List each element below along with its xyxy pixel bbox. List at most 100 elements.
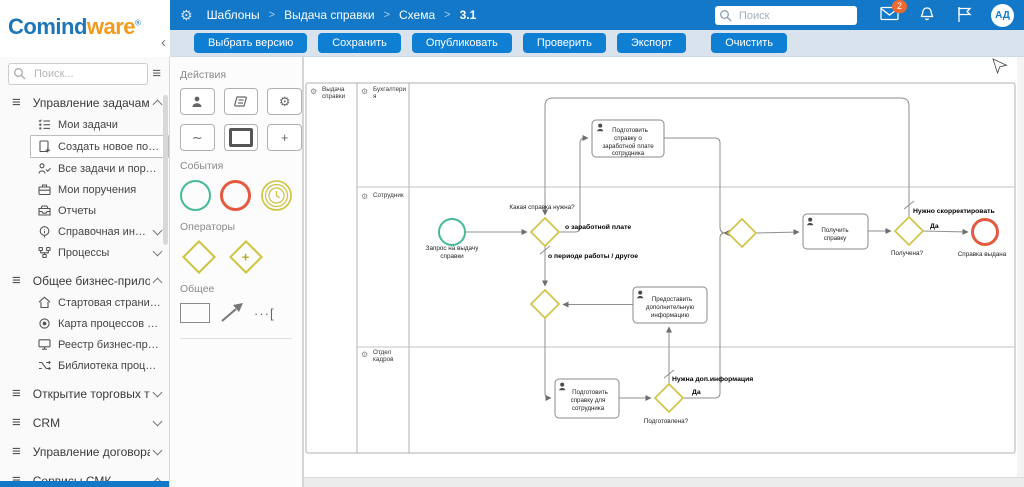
sidebar-item-processes[interactable]: Процессы xyxy=(0,242,169,263)
menu-icon: ≡ xyxy=(12,275,21,287)
breadcrumb-scheme[interactable]: Схема xyxy=(399,8,435,22)
bpmn-diagram: ⚙ Выдача справки ⚙ Бухгалтери я ⚙ Сотруд… xyxy=(304,57,1024,487)
diagram-canvas[interactable]: ⚙ Выдача справки ⚙ Бухгалтери я ⚙ Сотруд… xyxy=(304,57,1024,487)
item-label: Библиотека процессов xyxy=(58,360,161,372)
top-bar: ⚙ Шаблоны > Выдача справки > Схема > 3.1… xyxy=(168,0,1024,30)
task-prepare-certificate[interactable]: Подготовить справку для сотрудника xyxy=(555,379,619,418)
section-label: CRM xyxy=(33,416,150,430)
svg-text:Подготовить: Подготовить xyxy=(612,127,648,134)
expand-tool[interactable]: + xyxy=(267,124,302,151)
breadcrumb-process[interactable]: Выдача справки xyxy=(284,8,374,22)
settings-gear-icon[interactable]: ⚙ xyxy=(180,7,193,24)
notifications-button[interactable] xyxy=(918,6,938,24)
script-task-tool[interactable] xyxy=(224,88,259,115)
canvas-horizontal-scrollbar[interactable] xyxy=(304,477,1024,487)
flow-label-yes: Да xyxy=(692,389,701,396)
chevron-down-icon xyxy=(153,388,163,398)
subprocess-tool[interactable] xyxy=(224,124,259,151)
parallel-gateway-tool[interactable]: + xyxy=(229,240,263,274)
clear-button[interactable]: Очистить xyxy=(711,33,787,53)
palette-section-gateways: Операторы xyxy=(180,221,302,233)
flow-label-period: о периоде работы / другое xyxy=(548,252,638,260)
start-event[interactable] xyxy=(439,219,465,245)
shuffle-icon xyxy=(38,359,51,372)
select-version-button[interactable]: Выбрать версию xyxy=(194,33,307,53)
logo-area: Comindware® ‹ xyxy=(0,0,170,57)
save-button[interactable]: Сохранить xyxy=(318,33,401,53)
sidebar-item-my-orders[interactable]: Мои поручения xyxy=(0,179,169,200)
menu-icon[interactable]: ≡ xyxy=(152,65,161,82)
start-event-tool[interactable] xyxy=(180,180,211,211)
svg-text:Предоставить: Предоставить xyxy=(652,296,692,303)
flag-icon xyxy=(956,6,973,23)
global-search-input[interactable] xyxy=(737,6,856,27)
flow-label-need-info: Нужна доп.информация xyxy=(672,376,753,383)
service-task-tool[interactable]: ⚙ xyxy=(267,88,302,115)
user-avatar[interactable]: АД xyxy=(991,4,1014,27)
sidebar-item-process-map[interactable]: Карта процессов верхне... xyxy=(0,313,169,334)
end-event[interactable] xyxy=(973,220,998,245)
sidebar-item-my-tasks[interactable]: Мои задачи xyxy=(0,114,169,135)
sidebar-item-reports[interactable]: Отчеты xyxy=(0,200,169,221)
gear-icon: ⚙ xyxy=(361,192,368,201)
svg-text:справки: справки xyxy=(322,93,346,100)
canvas-vertical-scrollbar[interactable] xyxy=(1017,57,1024,478)
end-event-tool[interactable] xyxy=(220,180,251,211)
arrow-tool[interactable] xyxy=(219,302,245,324)
sidebar-section-crm[interactable]: ≡ CRM xyxy=(0,412,169,434)
flag-button[interactable] xyxy=(956,6,976,24)
menu-icon: ≡ xyxy=(12,388,21,400)
task-prepare-salary-certificate[interactable]: Подготовить справку о заработной плате с… xyxy=(592,120,664,157)
item-label: Все задачи и поручения ... xyxy=(58,163,161,175)
menu-icon: ≡ xyxy=(12,97,21,109)
task-get-certificate[interactable]: Получить справку xyxy=(803,214,868,249)
user-task-tool[interactable] xyxy=(180,88,215,115)
svg-text:справку для: справку для xyxy=(571,397,606,404)
menu-icon: ≡ xyxy=(12,417,21,429)
svg-text:заработной плате: заработной плате xyxy=(602,143,654,150)
sidebar-item-process-library[interactable]: Библиотека процессов xyxy=(0,355,169,376)
svg-text:я: я xyxy=(373,93,376,100)
sidebar-item-create-order[interactable]: Создать новое поручение xyxy=(30,135,169,158)
sidebar-collapse-icon[interactable]: ‹ xyxy=(161,36,166,50)
breadcrumb-version[interactable]: 3.1 xyxy=(460,8,477,22)
svg-text:Подготовить: Подготовить xyxy=(572,389,608,396)
palette-section-actions: Действия xyxy=(180,69,302,81)
breadcrumb-templates[interactable]: Шаблоны xyxy=(207,8,260,22)
sidebar-section-task-management[interactable]: ≡ Управление задачами ... xyxy=(0,92,169,114)
sidebar-scrollbar[interactable] xyxy=(163,95,168,245)
search-icon xyxy=(13,67,27,81)
svg-text:Отдел: Отдел xyxy=(373,349,392,356)
validate-button[interactable]: Проверить xyxy=(523,33,606,53)
publish-button[interactable]: Опубликовать xyxy=(412,33,512,53)
palette-section-general: Общее xyxy=(180,283,302,295)
svg-text:Сотрудник: Сотрудник xyxy=(373,192,404,199)
briefcase-icon xyxy=(38,183,51,196)
annotation-tool[interactable]: ···[ xyxy=(254,306,275,321)
task-provide-additional-info[interactable]: Предоставить дополнительную информацию xyxy=(633,287,707,323)
sidebar-search-input[interactable] xyxy=(32,64,146,84)
palette-section-events: События xyxy=(180,160,302,172)
mail-button[interactable]: 2 xyxy=(880,6,900,24)
exclusive-gateway-tool[interactable] xyxy=(182,240,216,274)
subprocess-icon xyxy=(229,128,253,147)
sidebar-item-reference-info[interactable]: Справочная информа... xyxy=(0,221,169,242)
editor-toolbar: Выбрать версию Сохранить Опубликовать Пр… xyxy=(168,30,1024,57)
sidebar-section-contract-management[interactable]: ≡ Управление договора... xyxy=(0,441,169,463)
sidebar-item-start-page[interactable]: Стартовая страница xyxy=(0,292,169,313)
svg-text:информацию: информацию xyxy=(651,312,690,319)
connector-tool[interactable]: ∼ xyxy=(180,124,215,151)
flow-label-yes: Да xyxy=(930,223,939,230)
svg-text:справку: справку xyxy=(824,235,847,242)
sidebar-section-general-business-app[interactable]: ≡ Общее бизнес-прило... xyxy=(0,270,169,292)
export-button[interactable]: Экспорт xyxy=(617,33,686,53)
sidebar-item-all-tasks[interactable]: Все задачи и поручения ... xyxy=(0,158,169,179)
palette-divider xyxy=(180,338,292,339)
home-icon xyxy=(38,296,51,309)
group-rectangle-tool[interactable] xyxy=(180,303,210,323)
gateway-question-label: Какая справка нужна? xyxy=(509,204,575,211)
sidebar-section-trade-points[interactable]: ≡ Открытие торговых то... xyxy=(0,383,169,405)
timer-event-tool[interactable] xyxy=(260,179,293,212)
sidebar-item-app-registry[interactable]: Реестр бизнес-приложе... xyxy=(0,334,169,355)
item-label: Справочная информа... xyxy=(58,226,150,238)
